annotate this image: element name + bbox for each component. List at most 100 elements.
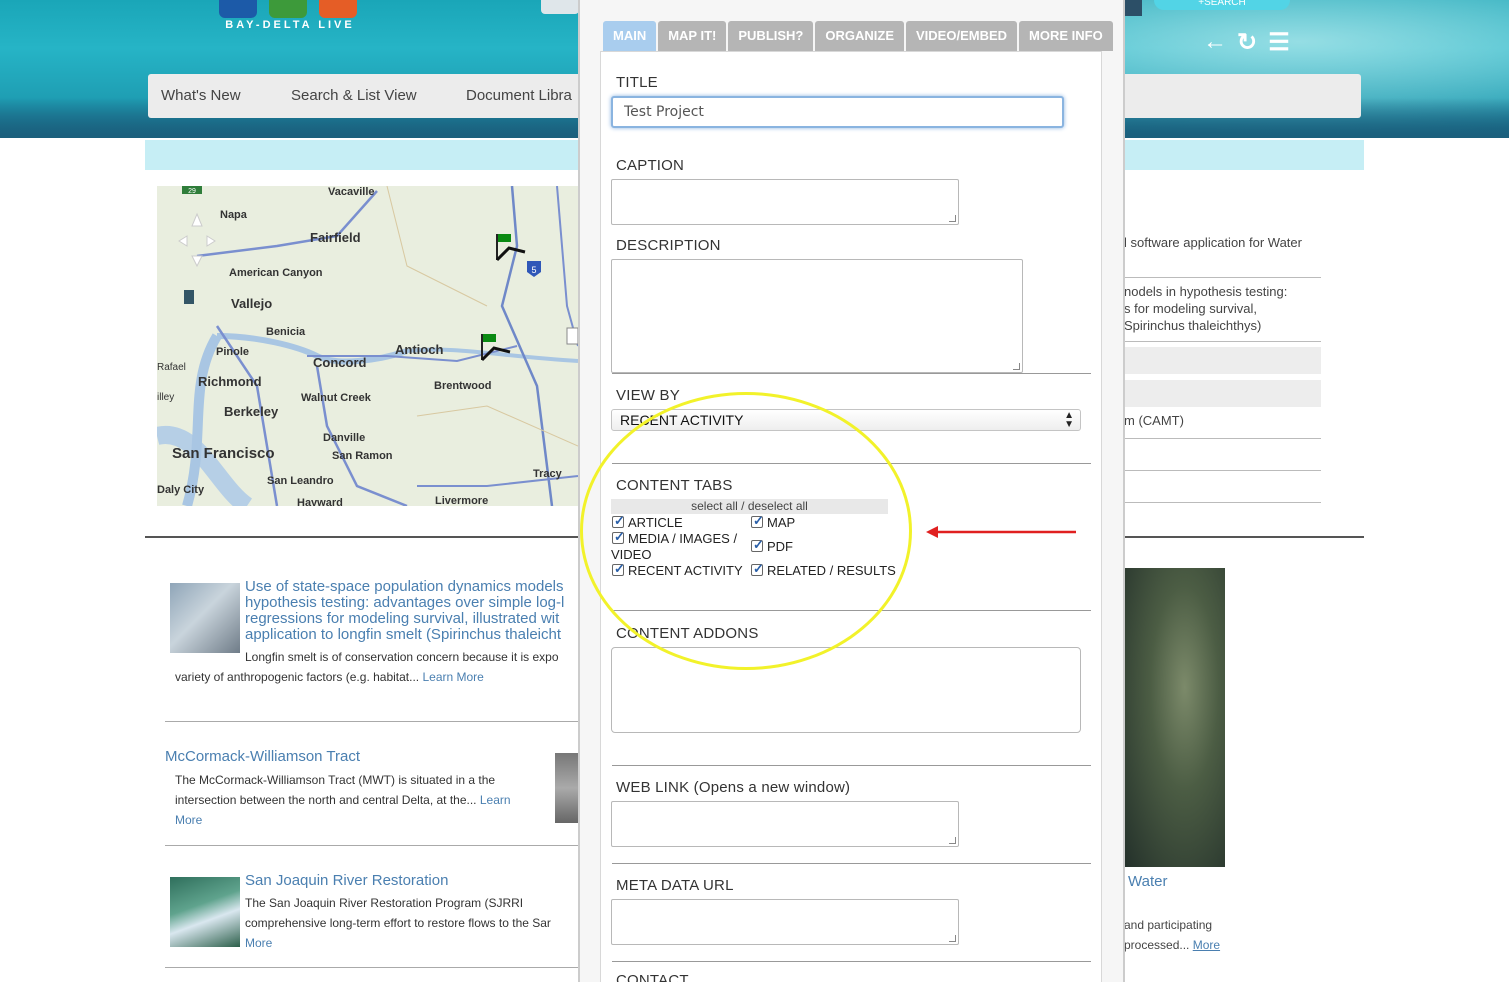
description-textarea[interactable] bbox=[611, 259, 1023, 373]
modal-tabs: MAIN MAP IT! PUBLISH? ORGANIZE VIDEO/EMB… bbox=[603, 21, 1113, 51]
learn-more-link[interactable]: More bbox=[245, 936, 272, 950]
field-divider bbox=[612, 863, 1091, 864]
map-city: Tracy bbox=[533, 468, 562, 480]
map-city: Daly City bbox=[157, 484, 205, 496]
right-divider bbox=[1124, 438, 1321, 439]
shield-29-label: 29 bbox=[188, 188, 196, 195]
map-city: Vacaville bbox=[328, 186, 375, 198]
article-title[interactable]: Use of state-space population dynamics m… bbox=[245, 579, 564, 643]
view-by-label: VIEW BY bbox=[616, 387, 680, 404]
header-grey-tab[interactable] bbox=[541, 0, 579, 14]
map-city: Rafael bbox=[157, 362, 186, 373]
red-arrow-icon bbox=[926, 526, 1076, 538]
header-dark-tab[interactable] bbox=[1122, 0, 1142, 16]
map-city: Napa bbox=[220, 209, 247, 221]
map-city: San Leandro bbox=[267, 475, 334, 487]
article-body: intersection between the north and centr… bbox=[175, 793, 511, 807]
right-item-text: l software application for Water bbox=[1124, 235, 1302, 250]
list-icon[interactable]: ☰ bbox=[1267, 28, 1291, 57]
article-title[interactable]: McCormack-Williamson Tract bbox=[165, 749, 360, 765]
nav-item-whats-new[interactable]: What's New bbox=[161, 87, 241, 104]
article-thumbnail[interactable] bbox=[170, 877, 240, 947]
logo-tile-blue bbox=[219, 0, 257, 18]
tab-publish[interactable]: PUBLISH? bbox=[728, 21, 814, 51]
article-body: variety of anthropogenic factors (e.g. h… bbox=[175, 670, 484, 684]
map-city: Antioch bbox=[395, 342, 444, 357]
tab-video-embed[interactable]: VIDEO/EMBED bbox=[906, 21, 1018, 51]
map-city: San Ramon bbox=[332, 450, 393, 462]
field-divider bbox=[612, 373, 1091, 374]
title-label: TITLE bbox=[616, 74, 658, 91]
site-logo[interactable]: BAY-DELTA LIVE bbox=[219, 0, 361, 34]
field-divider bbox=[612, 961, 1091, 962]
logo-tile-green bbox=[269, 0, 307, 18]
header-icons: ← ↻ ☰ bbox=[1203, 28, 1291, 57]
description-label: DESCRIPTION bbox=[616, 237, 721, 254]
web-link-label: WEB LINK (Opens a new window) bbox=[616, 779, 851, 796]
caption-label: CAPTION bbox=[616, 157, 685, 174]
right-divider bbox=[1124, 470, 1321, 471]
map-city: Brentwood bbox=[434, 380, 492, 392]
right-item-text: nodels in hypothesis testing: bbox=[1124, 284, 1288, 299]
article-body: comprehensive long-term effort to restor… bbox=[245, 916, 551, 930]
article-divider bbox=[165, 721, 578, 722]
map-city: Benicia bbox=[266, 326, 306, 338]
caption-textarea[interactable] bbox=[611, 179, 959, 225]
nav-item-document-library[interactable]: Document Libra bbox=[466, 87, 572, 104]
map-city: Walnut Creek bbox=[301, 392, 371, 404]
map-city: Concord bbox=[313, 355, 367, 370]
refresh-icon[interactable]: ↻ bbox=[1235, 28, 1259, 57]
right-grey-row bbox=[1124, 347, 1321, 374]
map-city: Pinole bbox=[216, 346, 250, 358]
right-item-text: m (CAMT) bbox=[1124, 413, 1184, 428]
article-body: More bbox=[175, 810, 202, 830]
right-item-text: Spirinchus thaleichthys) bbox=[1124, 318, 1262, 333]
tab-map-it[interactable]: MAP IT! bbox=[658, 21, 727, 51]
map-city: illey bbox=[157, 392, 175, 403]
logo-text: BAY-DELTA LIVE bbox=[225, 19, 355, 31]
article-body: The McCormack-Williamson Tract (MWT) is … bbox=[175, 773, 496, 787]
map-city: Livermore bbox=[435, 495, 489, 506]
meta-data-url-textarea[interactable] bbox=[611, 899, 959, 945]
map-widget[interactable]: 5 29 Vacaville Napa Fairfield American C… bbox=[157, 186, 578, 506]
article-thumbnail[interactable] bbox=[555, 753, 578, 823]
logo-tile-orange bbox=[319, 0, 357, 18]
learn-more-link[interactable]: Learn bbox=[480, 793, 511, 807]
learn-more-link[interactable]: Learn More bbox=[422, 670, 483, 684]
article-title[interactable]: Water bbox=[1128, 873, 1167, 890]
content-addons-box[interactable] bbox=[611, 647, 1081, 733]
fish-image[interactable] bbox=[1124, 568, 1225, 867]
article-body: The San Joaquin River Restoration Progra… bbox=[245, 896, 524, 910]
map-city: Hayward bbox=[297, 497, 343, 506]
search-button[interactable]: +SEARCH bbox=[1154, 0, 1290, 10]
highlight-circle bbox=[580, 392, 912, 670]
tab-organize[interactable]: ORGANIZE bbox=[815, 21, 904, 51]
right-grey-row bbox=[1124, 380, 1321, 407]
nav-item-search-list[interactable]: Search & List View bbox=[291, 87, 417, 104]
arrow-left-icon[interactable]: ← bbox=[1203, 28, 1227, 57]
article-thumbnail[interactable] bbox=[170, 583, 240, 653]
map-city: Richmond bbox=[198, 374, 262, 389]
map-city: Berkeley bbox=[224, 404, 279, 419]
tab-more-info[interactable]: MORE INFO bbox=[1019, 21, 1113, 51]
map-city: San Francisco bbox=[172, 445, 275, 462]
learn-more-link[interactable]: More bbox=[1193, 938, 1220, 952]
article-body: and participating processed... More bbox=[1124, 918, 1221, 952]
shield-i5-label: 5 bbox=[531, 265, 536, 275]
web-link-textarea[interactable] bbox=[611, 801, 959, 847]
learn-more-link[interactable]: More bbox=[175, 813, 202, 827]
map-city: Vallejo bbox=[231, 296, 273, 311]
right-divider bbox=[1124, 277, 1321, 278]
contact-label: CONTACT bbox=[616, 972, 689, 982]
article-title[interactable]: San Joaquin River Restoration bbox=[245, 873, 448, 889]
select-arrows-icon: ▲ ▼ bbox=[1064, 410, 1074, 430]
article-divider bbox=[165, 845, 578, 846]
title-input[interactable] bbox=[611, 96, 1064, 128]
right-divider bbox=[1124, 341, 1321, 342]
article-divider bbox=[165, 967, 578, 968]
field-divider bbox=[612, 765, 1091, 766]
article-body: More bbox=[245, 933, 272, 953]
article-body: Longfin smelt is of conservation concern… bbox=[245, 650, 559, 664]
map-city: Danville bbox=[323, 432, 366, 444]
tab-main[interactable]: MAIN bbox=[603, 21, 657, 51]
